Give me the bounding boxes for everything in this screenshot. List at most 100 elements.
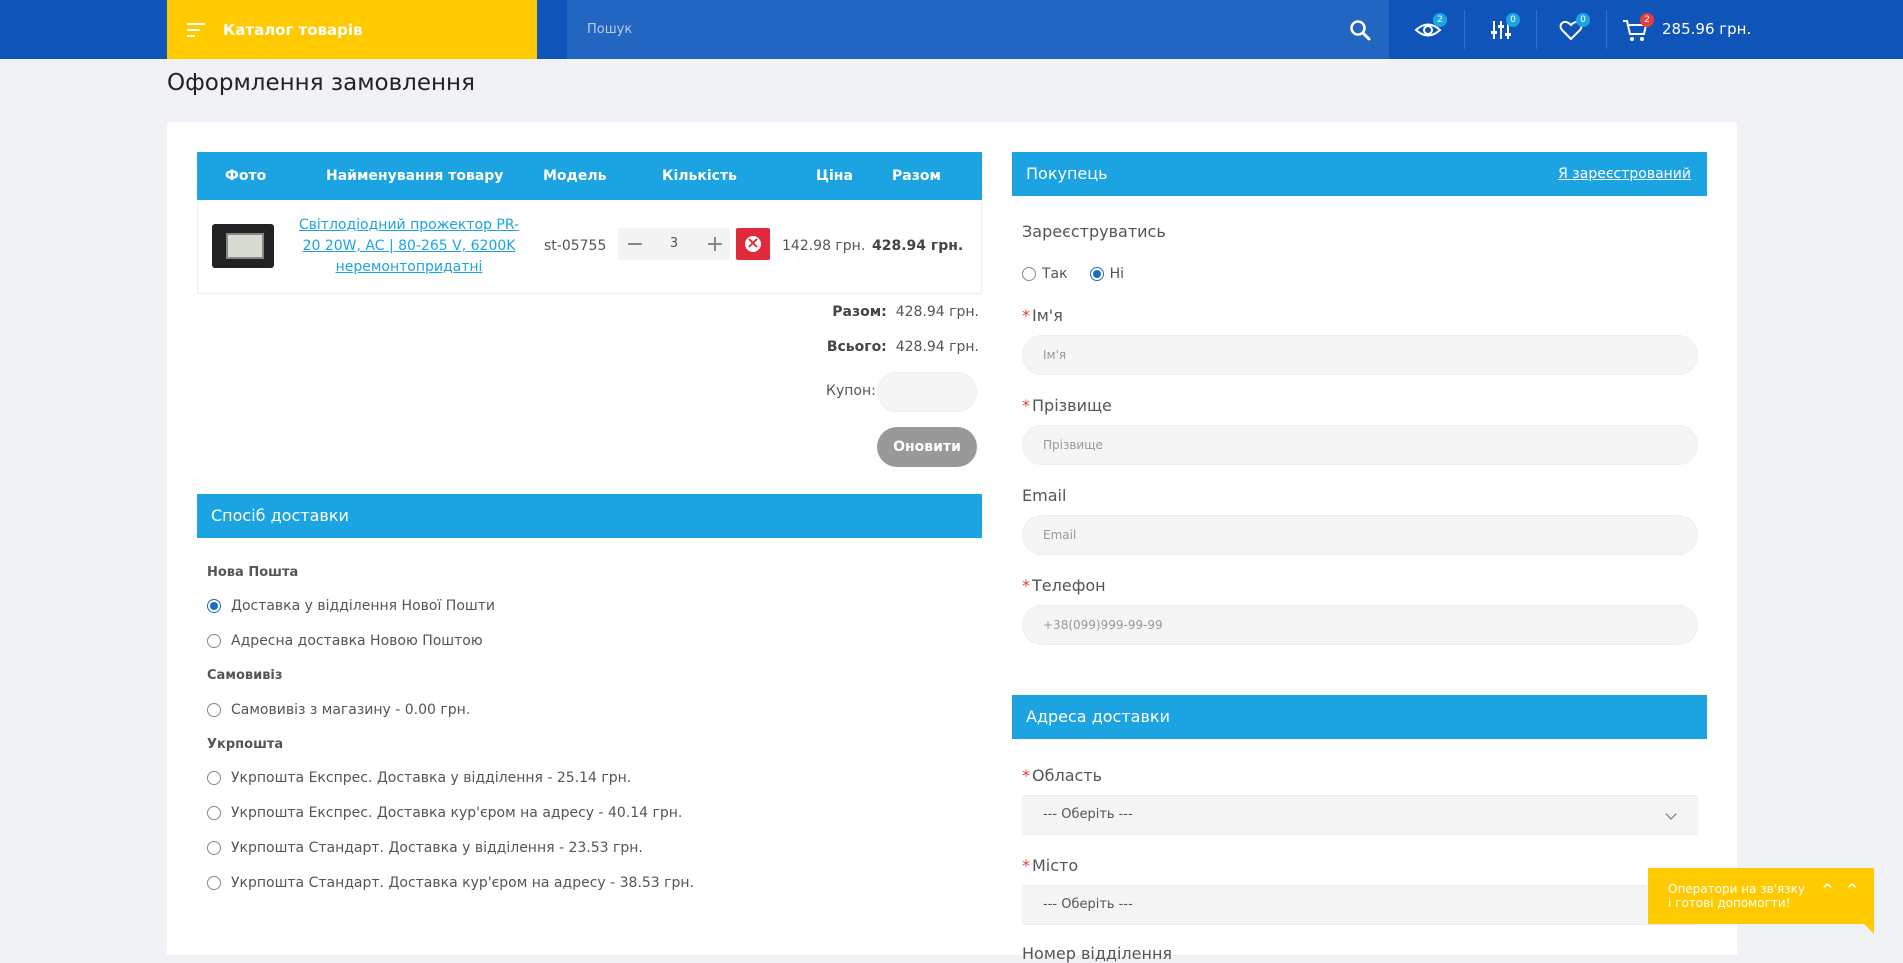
register-no-label: Ні (1109, 266, 1125, 282)
compare-button[interactable]: 0 (1486, 13, 1520, 45)
product-name-link[interactable]: Світлодіодний прожектор PR-20 20W, AC | … (294, 215, 524, 278)
coupon-label: Купон: (826, 383, 876, 399)
subtotal-line: Разом: 428.94 грн. (832, 304, 979, 320)
radio-icon[interactable] (207, 841, 221, 855)
shipping-option-label: Укрпошта Експрес. Доставка у відділення … (231, 770, 632, 786)
menu-icon (187, 22, 205, 37)
shipping-option-label: Доставка у відділення Нової Пошти (231, 598, 495, 614)
catalog-label: Каталог товарів (223, 20, 363, 39)
coupon-input[interactable] (877, 372, 977, 412)
header-divider (1606, 10, 1607, 49)
wishlist-button[interactable]: 0 (1556, 13, 1590, 45)
city-label: * Місто (1022, 856, 1079, 875)
plus-icon[interactable] (708, 236, 722, 252)
radio-selected-icon[interactable] (1089, 267, 1104, 281)
total-line: Всього: 428.94 грн. (827, 339, 979, 355)
radio-icon[interactable] (207, 876, 221, 890)
shipping-option[interactable]: Адресна доставка Новою Поштою (207, 633, 483, 649)
column-header: Ціна (816, 168, 853, 184)
cart-total[interactable]: 285.96 грн. (1662, 20, 1751, 38)
shipping-group-title: Самовивіз (207, 668, 283, 683)
last-name-label: * Прізвище (1022, 396, 1112, 415)
viewed-badge: 2 (1433, 13, 1447, 27)
radio-icon[interactable] (207, 634, 221, 648)
radio-icon[interactable] (1022, 267, 1036, 281)
register-options: Так Ні (1022, 266, 1124, 282)
header-divider (1464, 10, 1465, 49)
search-input[interactable] (587, 22, 1327, 37)
minus-icon[interactable] (628, 243, 642, 245)
subtotal-label: Разом: (832, 304, 887, 320)
city-select-value: --- Оберіть --- (1043, 897, 1133, 912)
shipping-option[interactable]: Укрпошта Експрес. Доставка кур'єром на а… (207, 805, 682, 821)
update-button[interactable]: Оновити (877, 427, 977, 467)
register-no-option[interactable]: Ні (1089, 266, 1125, 282)
phone-label: * Телефон (1022, 576, 1106, 595)
region-label: * Область (1022, 766, 1103, 785)
product-model: st-05755 (544, 238, 607, 254)
product-price: 142.98 грн. (782, 238, 866, 254)
column-header: Найменування товару (326, 168, 504, 184)
city-label-text: Місто (1032, 856, 1079, 875)
search-icon[interactable] (1349, 19, 1371, 41)
shipping-group-title: Нова Пошта (207, 565, 299, 580)
buyer-header: Покупець Я зареєстрований (1012, 152, 1707, 196)
checkout-panel: Фото Найменування товару Модель Кількіст… (167, 122, 1737, 963)
chevron-up-icon[interactable]: ^ ^ (1822, 882, 1862, 898)
shipping-option[interactable]: Доставка у відділення Нової Пошти (207, 598, 495, 614)
top-header: Каталог товарів 2 0 0 (0, 0, 1903, 59)
shipping-option-label: Укрпошта Стандарт. Доставка кур'єром на … (231, 875, 694, 891)
email-field[interactable] (1022, 515, 1698, 555)
shipping-option[interactable]: Укрпошта Експрес. Доставка у відділення … (207, 770, 631, 786)
login-link[interactable]: Я зареєстрований (1558, 152, 1691, 196)
cart-button[interactable]: 2 (1620, 13, 1654, 45)
radio-icon[interactable] (207, 703, 221, 717)
city-select[interactable]: --- Оберіть --- (1022, 885, 1698, 925)
shipping-option[interactable]: Укрпошта Стандарт. Доставка у відділення… (207, 840, 643, 856)
search-bar (567, 0, 1389, 59)
column-header: Кількість (662, 168, 737, 184)
last-name-label-text: Прізвище (1032, 396, 1112, 415)
subtotal-value: 428.94 грн. (895, 304, 979, 320)
first-name-field[interactable] (1022, 335, 1698, 375)
wishlist-badge: 0 (1576, 13, 1590, 27)
radio-selected-icon[interactable] (207, 599, 221, 613)
header-divider (1536, 10, 1537, 49)
shipping-option[interactable]: Самовивіз з магазину - 0.00 грн. (207, 702, 470, 718)
register-yes-label: Так (1042, 266, 1068, 282)
radio-icon[interactable] (207, 771, 221, 785)
email-label: Email (1022, 486, 1067, 505)
compare-badge: 0 (1506, 13, 1520, 27)
viewed-products-button[interactable]: 2 (1413, 13, 1447, 45)
branch-label: Номер відділення (1022, 944, 1173, 963)
phone-label-text: Телефон (1032, 576, 1106, 595)
column-header: Модель (543, 168, 607, 184)
remove-item-button[interactable] (736, 228, 770, 260)
region-select[interactable]: --- Оберіть --- (1022, 795, 1698, 835)
address-header: Адреса доставки (1012, 695, 1707, 739)
cart-table-header: Фото Найменування товару Модель Кількіст… (197, 152, 982, 200)
product-image[interactable] (212, 224, 274, 268)
buyer-title: Покупець (1026, 164, 1108, 183)
register-label: Зареєструватись (1022, 222, 1166, 241)
shipping-option-label: Укрпошта Стандарт. Доставка у відділення… (231, 840, 643, 856)
total-value: 428.94 грн. (895, 339, 979, 355)
chat-widget[interactable]: Оператори на зв'язку і готові допомогти!… (1648, 868, 1874, 934)
first-name-label-text: Ім'я (1032, 306, 1063, 325)
page-title: Оформлення замовлення (167, 70, 475, 96)
catalog-button[interactable]: Каталог товарів (167, 0, 537, 59)
shipping-option[interactable]: Укрпошта Стандарт. Доставка кур'єром на … (207, 875, 694, 891)
quantity-value[interactable]: 3 (656, 236, 692, 251)
column-header: Разом (892, 168, 941, 184)
chat-text: Оператори на зв'язку і готові допомогти! (1668, 882, 1805, 910)
register-yes-option[interactable]: Так (1022, 266, 1068, 282)
table-row: Світлодіодний прожектор PR-20 20W, AC | … (197, 200, 982, 294)
shipping-option-label: Адресна доставка Новою Поштою (231, 633, 483, 649)
shipping-option-label: Укрпошта Експрес. Доставка кур'єром на а… (231, 805, 683, 821)
radio-icon[interactable] (207, 806, 221, 820)
shipping-group-title: Укрпошта (207, 737, 284, 752)
shipping-option-label: Самовивіз з магазину - 0.00 грн. (231, 702, 471, 718)
total-label: Всього: (826, 339, 887, 355)
last-name-field[interactable] (1022, 425, 1698, 465)
phone-field[interactable] (1022, 605, 1698, 645)
